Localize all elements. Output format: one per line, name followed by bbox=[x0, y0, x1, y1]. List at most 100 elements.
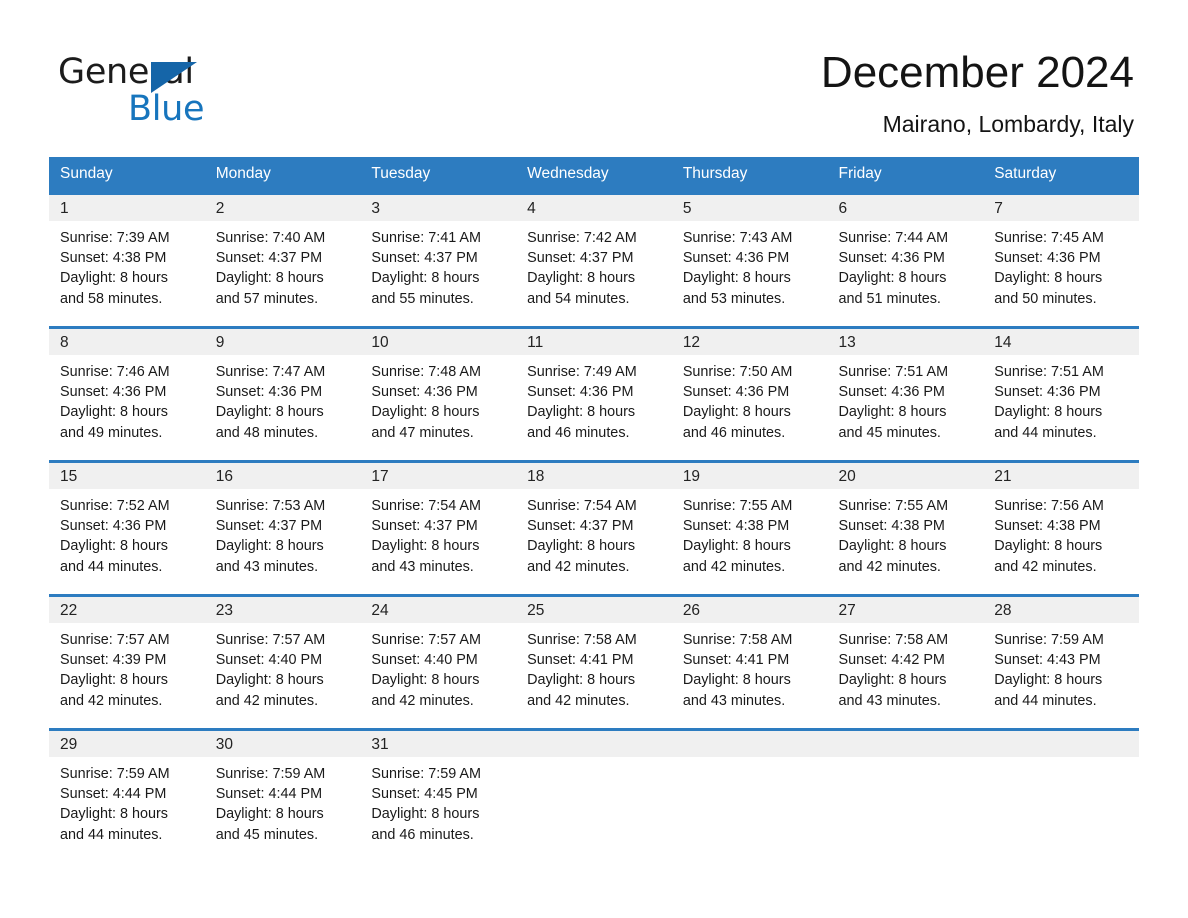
day-details: Sunrise: 7:59 AM Sunset: 4:43 PM Daylight:… bbox=[983, 623, 1139, 711]
sunrise-text: Sunrise: 7:55 AM bbox=[838, 498, 949, 514]
daylight-text-line2: and 43 minutes. bbox=[371, 558, 474, 575]
daylight-text-line2: and 42 minutes. bbox=[371, 692, 474, 709]
sunrise-text: Sunrise: 7:51 AM bbox=[838, 364, 949, 380]
daylight-text-line1: Daylight: 8 hours bbox=[682, 538, 791, 555]
day-number: 15 bbox=[49, 463, 205, 489]
empty-day-cell bbox=[827, 728, 984, 862]
calendar-day-cell: 31 Sunrise: 7:59 AM Sunset: 4:45 PM Dayligh… bbox=[360, 728, 517, 862]
daylight-text-line1: Daylight: 8 hours bbox=[371, 806, 480, 823]
sunset-text: Sunset: 4:36 PM bbox=[994, 250, 1101, 267]
day-cell[interactable]: 25 Sunrise: 7:58 AM Sunset: 4:41 PM Dayligh… bbox=[516, 594, 672, 728]
day-cell[interactable]: 8 Sunrise: 7:46 AM Sunset: 4:36 PM Daylight… bbox=[49, 326, 205, 460]
day-cell[interactable]: 29 Sunrise: 7:59 AM Sunset: 4:44 PM Dayligh… bbox=[49, 728, 205, 862]
sunrise-text: Sunrise: 7:53 AM bbox=[215, 498, 326, 514]
sunset-text: Sunset: 4:41 PM bbox=[682, 652, 790, 669]
daylight-text-line2: and 45 minutes. bbox=[838, 424, 941, 441]
sunrise-text: Sunrise: 7:57 AM bbox=[371, 632, 481, 648]
day-number: 11 bbox=[516, 329, 672, 355]
daylight-text-line1: Daylight: 8 hours bbox=[215, 806, 324, 823]
daylight-text-line1: Daylight: 8 hours bbox=[527, 270, 636, 287]
calendar-day-cell: 16 Sunrise: 7:53 AM Sunset: 4:37 PM Dayligh… bbox=[204, 460, 361, 594]
day-cell[interactable]: 24 Sunrise: 7:57 AM Sunset: 4:40 PM Dayligh… bbox=[360, 594, 517, 728]
day-cell[interactable]: 30 Sunrise: 7:59 AM Sunset: 4:44 PM Dayligh… bbox=[204, 728, 361, 862]
day-cell[interactable]: 21 Sunrise: 7:56 AM Sunset: 4:38 PM Dayligh… bbox=[983, 460, 1139, 594]
daylight-text-line2: and 57 minutes. bbox=[215, 290, 319, 307]
day-cell[interactable]: 14 Sunrise: 7:51 AM Sunset: 4:36 PM Dayligh… bbox=[983, 326, 1139, 460]
day-cell[interactable]: 1 Sunrise: 7:39 AM Sunset: 4:38 PM Daylight… bbox=[49, 192, 205, 326]
empty-day-cell bbox=[516, 728, 672, 862]
day-cell[interactable]: 18 Sunrise: 7:54 AM Sunset: 4:37 PM Dayligh… bbox=[516, 460, 672, 594]
day-details: Sunrise: 7:44 AM Sunset: 4:36 PM Daylight:… bbox=[828, 221, 984, 309]
day-cell[interactable]: 7 Sunrise: 7:45 AM Sunset: 4:36 PM Daylight… bbox=[983, 192, 1139, 326]
weekday-header-sunday: Sunday bbox=[49, 157, 205, 192]
day-cell[interactable]: 31 Sunrise: 7:59 AM Sunset: 4:45 PM Dayligh… bbox=[360, 728, 517, 862]
day-number: 2 bbox=[204, 195, 361, 221]
day-cell[interactable]: 22 Sunrise: 7:57 AM Sunset: 4:39 PM Dayligh… bbox=[49, 594, 205, 728]
calendar-page: General Blue December 2024 Mairano, Lomb… bbox=[0, 0, 1188, 918]
day-cell[interactable]: 20 Sunrise: 7:55 AM Sunset: 4:38 PM Dayligh… bbox=[827, 460, 984, 594]
day-details: Sunrise: 7:49 AM Sunset: 4:36 PM Daylight:… bbox=[516, 355, 672, 443]
day-cell[interactable]: 6 Sunrise: 7:44 AM Sunset: 4:36 PM Daylight… bbox=[827, 192, 984, 326]
daylight-text-line2: and 55 minutes. bbox=[371, 290, 474, 307]
day-cell[interactable]: 19 Sunrise: 7:55 AM Sunset: 4:38 PM Dayligh… bbox=[671, 460, 828, 594]
daylight-text-line2: and 44 minutes. bbox=[60, 826, 163, 843]
sunset-text: Sunset: 4:45 PM bbox=[371, 786, 478, 803]
calendar-day-cell: 13 Sunrise: 7:51 AM Sunset: 4:36 PM Dayligh… bbox=[827, 326, 984, 460]
sunrise-text: Sunrise: 7:59 AM bbox=[371, 766, 481, 782]
daylight-text-line1: Daylight: 8 hours bbox=[215, 672, 324, 689]
day-number: 19 bbox=[671, 463, 828, 489]
calendar-body: 1 Sunrise: 7:39 AM Sunset: 4:38 PM Daylight… bbox=[49, 192, 1139, 862]
day-cell[interactable]: 4 Sunrise: 7:42 AM Sunset: 4:37 PM Daylight… bbox=[516, 192, 672, 326]
day-cell[interactable]: 27 Sunrise: 7:58 AM Sunset: 4:42 PM Dayligh… bbox=[827, 594, 984, 728]
day-details: Sunrise: 7:43 AM Sunset: 4:36 PM Daylight:… bbox=[672, 221, 828, 309]
calendar-day-cell: 19 Sunrise: 7:55 AM Sunset: 4:38 PM Dayligh… bbox=[671, 460, 828, 594]
day-cell[interactable]: 9 Sunrise: 7:47 AM Sunset: 4:36 PM Daylight… bbox=[204, 326, 361, 460]
sunrise-text: Sunrise: 7:59 AM bbox=[215, 766, 326, 782]
sunrise-text: Sunrise: 7:40 AM bbox=[215, 230, 326, 246]
calendar-week-row: 8 Sunrise: 7:46 AM Sunset: 4:36 PM Daylight… bbox=[49, 326, 1139, 460]
sunrise-text: Sunrise: 7:54 AM bbox=[527, 498, 637, 514]
daylight-text-line2: and 43 minutes. bbox=[838, 692, 941, 709]
daylight-text-line1: Daylight: 8 hours bbox=[215, 538, 324, 555]
day-cell[interactable]: 17 Sunrise: 7:54 AM Sunset: 4:37 PM Dayligh… bbox=[360, 460, 517, 594]
day-number: 6 bbox=[827, 195, 984, 221]
day-cell[interactable]: 3 Sunrise: 7:41 AM Sunset: 4:37 PM Daylight… bbox=[360, 192, 517, 326]
day-cell[interactable]: 2 Sunrise: 7:40 AM Sunset: 4:37 PM Daylight… bbox=[204, 192, 361, 326]
calendar-day-cell: 27 Sunrise: 7:58 AM Sunset: 4:42 PM Dayligh… bbox=[827, 594, 984, 728]
day-details: Sunrise: 7:57 AM Sunset: 4:40 PM Daylight:… bbox=[360, 623, 516, 711]
day-number: 14 bbox=[983, 329, 1139, 355]
sunset-text: Sunset: 4:37 PM bbox=[215, 250, 323, 267]
daylight-text-line2: and 42 minutes. bbox=[838, 558, 941, 575]
day-cell[interactable]: 10 Sunrise: 7:48 AM Sunset: 4:36 PM Dayligh… bbox=[360, 326, 517, 460]
daylight-text-line2: and 53 minutes. bbox=[682, 290, 786, 307]
day-number: 13 bbox=[827, 329, 984, 355]
day-number: 9 bbox=[204, 329, 361, 355]
day-cell[interactable]: 23 Sunrise: 7:57 AM Sunset: 4:40 PM Dayligh… bbox=[204, 594, 361, 728]
daylight-text-line2: and 58 minutes. bbox=[60, 290, 163, 307]
daylight-text-line2: and 42 minutes. bbox=[527, 692, 630, 709]
day-cell[interactable]: 15 Sunrise: 7:52 AM Sunset: 4:36 PM Dayligh… bbox=[49, 460, 205, 594]
daylight-text-line1: Daylight: 8 hours bbox=[838, 270, 947, 287]
daylight-text-line2: and 47 minutes. bbox=[371, 424, 474, 441]
daylight-text-line2: and 43 minutes. bbox=[215, 558, 319, 575]
day-number: 27 bbox=[827, 597, 984, 623]
calendar-day-cell: 30 Sunrise: 7:59 AM Sunset: 4:44 PM Dayligh… bbox=[204, 728, 361, 862]
calendar-day-cell: 26 Sunrise: 7:58 AM Sunset: 4:41 PM Dayligh… bbox=[671, 594, 828, 728]
daylight-text-line2: and 46 minutes. bbox=[371, 826, 474, 843]
daylight-text-line2: and 54 minutes. bbox=[527, 290, 630, 307]
day-cell[interactable]: 5 Sunrise: 7:43 AM Sunset: 4:36 PM Daylight… bbox=[671, 192, 828, 326]
day-cell[interactable]: 26 Sunrise: 7:58 AM Sunset: 4:41 PM Dayligh… bbox=[671, 594, 828, 728]
day-cell[interactable]: 12 Sunrise: 7:50 AM Sunset: 4:36 PM Dayligh… bbox=[671, 326, 828, 460]
sunrise-text: Sunrise: 7:43 AM bbox=[682, 230, 793, 246]
weekday-header-thursday: Thursday bbox=[671, 157, 828, 192]
daylight-text-line2: and 44 minutes. bbox=[60, 558, 163, 575]
day-cell[interactable]: 11 Sunrise: 7:49 AM Sunset: 4:36 PM Dayligh… bbox=[516, 326, 672, 460]
day-cell[interactable]: 13 Sunrise: 7:51 AM Sunset: 4:36 PM Dayligh… bbox=[827, 326, 984, 460]
sunrise-text: Sunrise: 7:55 AM bbox=[682, 498, 793, 514]
daylight-text-line1: Daylight: 8 hours bbox=[838, 672, 947, 689]
calendar-header-row: Sunday Monday Tuesday Wednesday Thursday… bbox=[49, 157, 1139, 192]
sunrise-text: Sunrise: 7:52 AM bbox=[60, 498, 170, 514]
day-number: 5 bbox=[671, 195, 828, 221]
day-cell[interactable]: 16 Sunrise: 7:53 AM Sunset: 4:37 PM Dayligh… bbox=[204, 460, 361, 594]
day-cell[interactable]: 28 Sunrise: 7:59 AM Sunset: 4:43 PM Dayligh… bbox=[983, 594, 1139, 728]
